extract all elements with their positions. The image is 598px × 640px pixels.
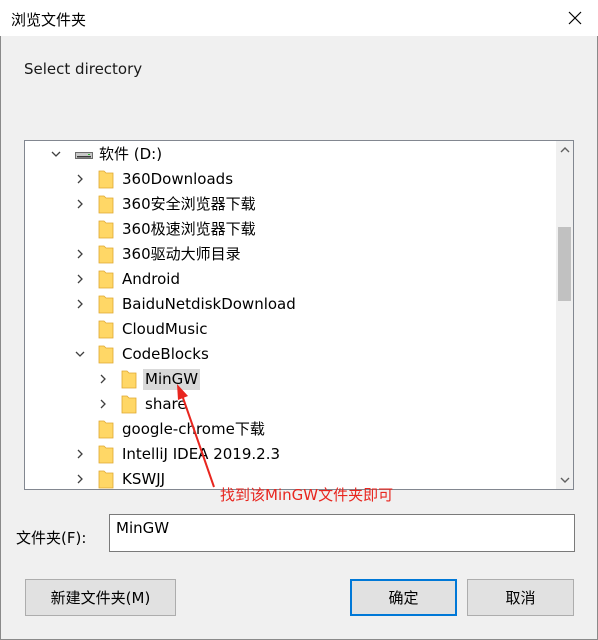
folder-icon (98, 195, 114, 214)
chevron-right-icon[interactable] (75, 274, 85, 284)
tree-item[interactable]: IntelliJ IDEA 2019.2.3 (25, 442, 555, 467)
chevron-up-icon (560, 147, 569, 153)
tree-item-label: 360Downloads (122, 170, 234, 188)
tree-item-label: 360极速浏览器下载 (122, 220, 256, 238)
chevron-right-icon[interactable] (75, 174, 85, 184)
tree-item-label: MinGW (143, 369, 201, 390)
tree-root-drive[interactable]: 软件 (D:) (25, 142, 555, 167)
tree-item-label: Android (122, 270, 180, 288)
close-icon (568, 11, 582, 25)
folder-icon (98, 220, 114, 239)
tree-item-label: CloudMusic (122, 320, 208, 338)
title-bar: 浏览文件夹 (0, 0, 598, 36)
folder-icon (98, 320, 114, 339)
tree-item-label: KSWJJ (122, 470, 166, 488)
tree-item-label: 360驱动大师目录 (122, 245, 241, 263)
folder-tree[interactable]: 软件 (D:) 360Downloads 360安全浏览器下载 360极速浏览器下载… (24, 140, 574, 490)
tree-item[interactable]: google-chrome下载 (25, 417, 555, 442)
tree-item-label: CodeBlocks (122, 345, 209, 363)
new-folder-button[interactable]: 新建文件夹(M) (25, 579, 176, 616)
chevron-right-icon[interactable] (75, 449, 85, 459)
tree-item-label: 360安全浏览器下载 (122, 195, 256, 213)
tree-item[interactable]: 360驱动大师目录 (25, 242, 555, 267)
chevron-right-icon[interactable] (75, 249, 85, 259)
tree-item-label: BaiduNetdiskDownload (122, 295, 296, 313)
chevron-down-icon (560, 477, 569, 483)
folder-icon (98, 420, 114, 439)
folder-icon (121, 395, 137, 414)
dialog-prompt: Select directory (24, 60, 143, 78)
tree-item[interactable]: CloudMusic (25, 317, 555, 342)
window-title: 浏览文件夹 (11, 11, 87, 29)
scroll-down-button[interactable] (556, 472, 573, 489)
tree-item[interactable]: share (25, 392, 555, 417)
folder-icon (98, 445, 114, 464)
folder-name-input[interactable] (109, 514, 575, 552)
tree-item[interactable]: BaiduNetdiskDownload (25, 292, 555, 317)
tree-item-label: google-chrome下载 (122, 420, 265, 438)
tree-item[interactable]: Android (25, 267, 555, 292)
chevron-right-icon[interactable] (98, 374, 108, 384)
folder-icon (98, 345, 114, 364)
ok-button[interactable]: 确定 (350, 579, 457, 616)
tree-item-label: share (145, 395, 187, 413)
folder-icon (121, 370, 137, 389)
tree-item[interactable]: 360极速浏览器下载 (25, 217, 555, 242)
drive-icon (75, 152, 93, 159)
tree-item-label: 软件 (D:) (99, 145, 163, 163)
chevron-right-icon[interactable] (75, 299, 85, 309)
vertical-scrollbar[interactable] (556, 141, 573, 489)
folder-icon (98, 295, 114, 314)
close-button[interactable] (552, 0, 598, 36)
folder-icon (98, 245, 114, 264)
cancel-button[interactable]: 取消 (467, 579, 574, 616)
tree-item-selected[interactable]: MinGW (25, 367, 555, 392)
folder-icon (98, 470, 114, 489)
chevron-down-icon[interactable] (75, 349, 85, 359)
folder-field-label: 文件夹(F): (16, 529, 87, 547)
chevron-right-icon[interactable] (75, 474, 85, 484)
folder-icon (98, 170, 114, 189)
chevron-right-icon[interactable] (75, 199, 85, 209)
chevron-right-icon[interactable] (98, 399, 108, 409)
tree-item-label: IntelliJ IDEA 2019.2.3 (122, 445, 281, 463)
tree-item[interactable]: 360Downloads (25, 167, 555, 192)
folder-icon (98, 270, 114, 289)
tree-item[interactable]: 360安全浏览器下载 (25, 192, 555, 217)
scroll-up-button[interactable] (556, 141, 573, 158)
chevron-down-icon[interactable] (51, 149, 61, 159)
annotation-text: 找到该MinGW文件夹即可 (220, 486, 394, 504)
scrollbar-thumb[interactable] (558, 227, 571, 301)
tree-item[interactable]: CodeBlocks (25, 342, 555, 367)
